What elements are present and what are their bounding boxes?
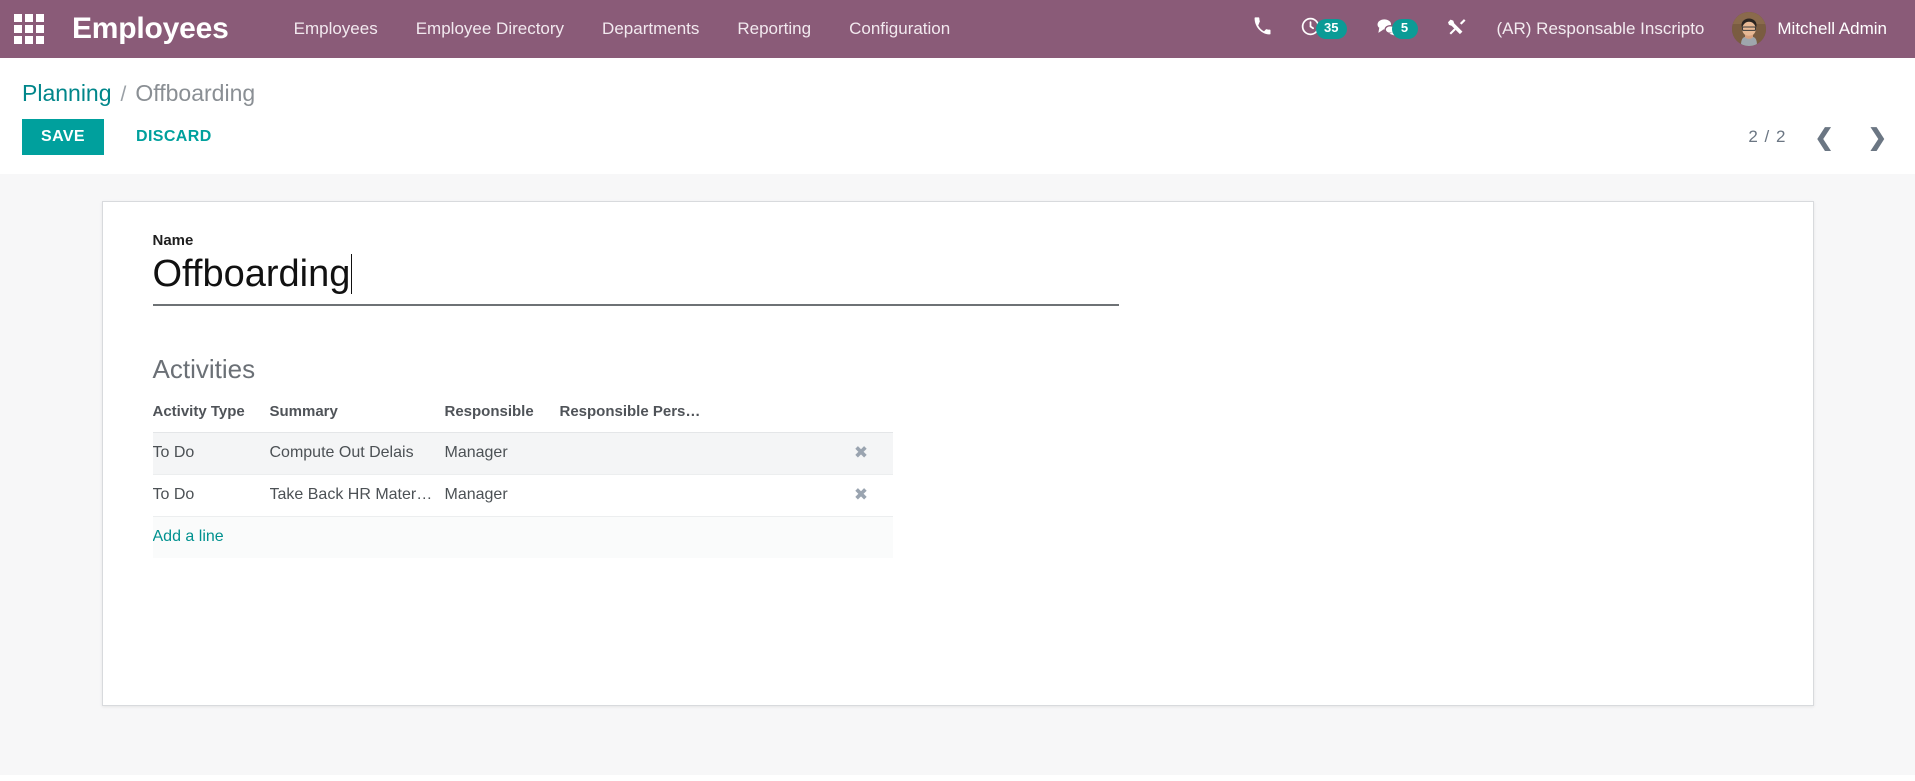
activities-table-body: To Do Compute Out Delais Manager ✖ To Do…	[152, 432, 893, 558]
pager-count: 2 / 2	[1748, 127, 1787, 146]
activities-button[interactable]: 35	[1286, 10, 1360, 48]
cell-responsible[interactable]: Manager	[444, 474, 560, 517]
column-header-responsible[interactable]: Responsible	[444, 398, 560, 433]
apps-grid-cell	[25, 14, 33, 22]
activities-section-title: Activities	[152, 353, 256, 384]
breadcrumb-item-current: Offboarding	[135, 80, 256, 106]
column-header-responsible-person[interactable]: Responsible Pers…	[559, 398, 840, 433]
chevron-left-icon[interactable]: ❮	[1808, 124, 1839, 151]
column-header-summary[interactable]: Summary	[269, 398, 445, 433]
messages-button[interactable]: 5	[1361, 11, 1432, 48]
name-field-label: Name	[152, 232, 194, 249]
control-panel: Planning / Offboarding SAVE DISCARD 2 / …	[0, 58, 1915, 174]
delete-row-icon[interactable]: ✖	[854, 443, 868, 462]
sheet-background: Name Offboarding Activities Activity Typ…	[0, 174, 1915, 775]
app-brand-title[interactable]: Employees	[72, 12, 229, 46]
user-name-label: Mitchell Admin	[1777, 19, 1887, 38]
chevron-right-icon[interactable]: ❯	[1862, 124, 1893, 151]
menu-item-employees[interactable]: Employees	[275, 11, 397, 47]
menu-item-configuration[interactable]: Configuration	[830, 11, 969, 47]
apps-grid-cell	[36, 14, 44, 22]
apps-grid-cell	[25, 25, 33, 33]
cell-activity-type[interactable]: To Do	[152, 432, 270, 475]
discard-button[interactable]: DISCARD	[116, 119, 232, 155]
breadcrumb-separator: /	[120, 83, 127, 106]
table-header-row: Activity Type Summary Responsible Respon…	[152, 398, 893, 433]
cell-delete: ✖	[839, 474, 893, 517]
cell-responsible-person[interactable]	[559, 432, 840, 475]
table-row[interactable]: To Do Compute Out Delais Manager ✖	[152, 432, 893, 475]
breadcrumb-item-planning[interactable]: Planning	[22, 80, 112, 107]
breadcrumb: Planning / Offboarding	[22, 58, 1893, 113]
record-pager: 2 / 2 ❮ ❯	[1748, 124, 1893, 151]
activities-count-badge: 35	[1316, 19, 1347, 39]
apps-grid-icon[interactable]	[14, 14, 46, 44]
user-menu[interactable]: Mitchell Admin	[1720, 8, 1893, 50]
name-input[interactable]: Offboarding	[153, 253, 351, 297]
menu-item-reporting[interactable]: Reporting	[718, 11, 830, 47]
activities-table-head: Activity Type Summary Responsible Respon…	[152, 398, 893, 433]
menu-item-employee-directory[interactable]: Employee Directory	[397, 11, 583, 47]
apps-grid-cell	[14, 14, 22, 22]
apps-grid-cell	[36, 36, 44, 44]
debug-tools-button[interactable]	[1432, 10, 1481, 48]
column-header-activity-type[interactable]: Activity Type	[152, 398, 270, 433]
avatar	[1732, 12, 1767, 46]
phone-button[interactable]	[1239, 11, 1286, 47]
cell-activity-type[interactable]: To Do	[152, 474, 270, 517]
activities-table: Activity Type Summary Responsible Respon…	[152, 398, 893, 558]
form-sheet: Name Offboarding Activities Activity Typ…	[101, 201, 1814, 706]
cell-summary[interactable]: Compute Out Delais	[269, 432, 445, 475]
menu-item-departments[interactable]: Departments	[583, 11, 718, 47]
cell-responsible[interactable]: Manager	[444, 432, 560, 475]
delete-row-icon[interactable]: ✖	[854, 485, 868, 504]
main-menu: Employees Employee Directory Departments…	[275, 11, 970, 47]
control-panel-buttons: SAVE DISCARD 2 / 2 ❮ ❯	[22, 113, 1893, 173]
add-a-line-cell[interactable]: Add a line	[152, 516, 893, 558]
apps-grid-cell	[25, 36, 33, 44]
name-field-wrapper[interactable]: Offboarding	[152, 253, 1119, 306]
phone-icon	[1253, 17, 1272, 41]
systray: 35 5 (AR) Responsable Inscripto Mitchell…	[1239, 8, 1893, 50]
apps-grid-cell	[14, 36, 22, 44]
save-button[interactable]: SAVE	[22, 119, 104, 155]
cell-summary[interactable]: Take Back HR Materia…	[269, 474, 445, 517]
messages-count-badge: 5	[1391, 19, 1418, 39]
add-a-line-link[interactable]: Add a line	[153, 528, 224, 545]
apps-grid-cell	[14, 25, 22, 33]
top-navbar: Employees Employees Employee Directory D…	[0, 0, 1915, 58]
table-row[interactable]: To Do Take Back HR Materia… Manager ✖	[152, 474, 893, 517]
text-cursor	[351, 254, 353, 294]
column-header-delete	[839, 398, 893, 433]
company-switcher[interactable]: (AR) Responsable Inscripto	[1481, 13, 1721, 45]
cell-responsible-person[interactable]	[559, 474, 840, 517]
wrench-tools-icon	[1446, 16, 1467, 42]
add-a-line-row[interactable]: Add a line	[152, 516, 893, 558]
apps-grid-cell	[36, 25, 44, 33]
cell-delete: ✖	[839, 432, 893, 475]
